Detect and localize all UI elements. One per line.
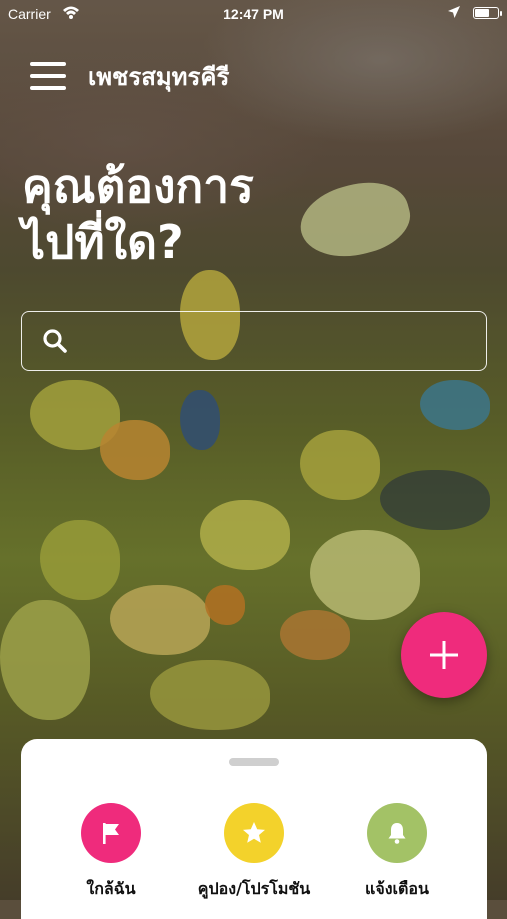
nearby-button[interactable]: ใกล้ฉัน [36,803,186,902]
clock: 12:47 PM [223,6,284,22]
bell-icon [367,803,427,863]
nearby-label: ใกล้ฉัน [86,879,136,898]
plus-icon [430,641,458,669]
app-header: เพชรสมุทรคีรี [30,58,229,94]
flag-icon [81,803,141,863]
location-arrow-icon [448,6,460,18]
coupons-promotions-button[interactable]: คูปอง/โปรโมชัน [179,803,329,902]
sheet-drag-handle[interactable] [229,758,279,766]
search-input[interactable] [68,311,486,371]
battery-icon [473,7,502,19]
star-icon [224,803,284,863]
notifications-button[interactable]: แจ้งเตือน [322,803,472,902]
hero-line-1: คุณต้องการ [22,159,254,213]
bottom-sheet: ใกล้ฉัน คูปอง/โปรโมชัน แจ้งเตือน [21,739,487,919]
add-button[interactable] [401,612,487,698]
status-bar: Carrier 12:47 PM [0,0,507,28]
app-title: เพชรสมุทรคีรี [88,62,230,91]
hamburger-menu-icon[interactable] [30,62,66,90]
hero-line-2: ไปที่ใด? [22,215,184,269]
search-icon [43,329,67,353]
notifications-label: แจ้งเตือน [365,879,429,898]
search-bar[interactable] [21,311,487,371]
hero-heading: คุณต้องการ ไปที่ใด? [22,158,462,270]
coupons-promotions-label: คูปอง/โปรโมชัน [197,879,311,898]
